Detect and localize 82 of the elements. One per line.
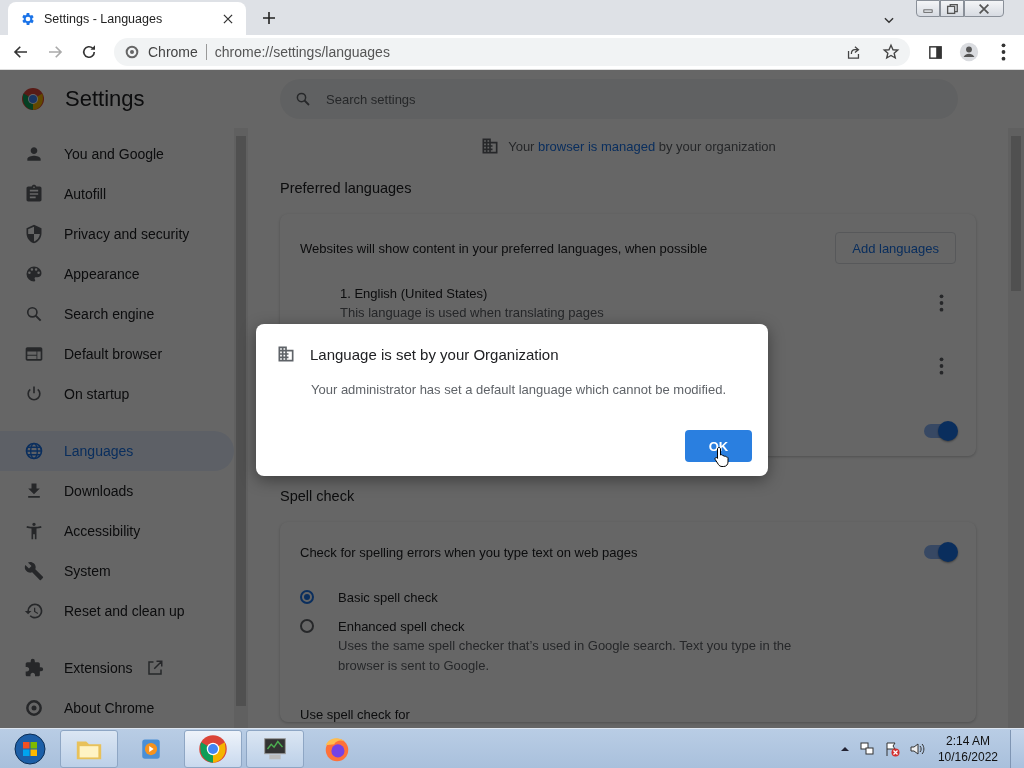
languages-description: Websites will show content in your preferred languages, when possible bbox=[300, 240, 708, 256]
address-bar[interactable]: Chrome chrome://settings/languages bbox=[114, 38, 910, 66]
clipboard-icon bbox=[24, 184, 44, 204]
managed-text: Your browser is managed by your organization bbox=[508, 138, 776, 154]
nav-item[interactable]: About Chrome bbox=[0, 688, 234, 728]
network-icon[interactable] bbox=[858, 740, 875, 757]
forward-arrow-icon bbox=[46, 43, 64, 61]
browser-tab[interactable]: Settings - Languages bbox=[8, 2, 246, 35]
side-panel-icon bbox=[926, 43, 944, 61]
nav-item[interactable]: Downloads bbox=[0, 471, 234, 511]
close-window-button[interactable] bbox=[964, 0, 1004, 17]
plus-icon bbox=[261, 10, 277, 26]
option-description: Uses the same spell checker that’s used in Google search. Text you type in the browser is sent to Google. bbox=[338, 637, 793, 675]
speaker-icon[interactable] bbox=[908, 740, 925, 757]
dialog-title: Language is set by your Organization bbox=[310, 345, 559, 363]
nav-item[interactable]: Accessibility bbox=[0, 511, 234, 551]
puzzle-icon bbox=[24, 658, 44, 678]
more-icon bbox=[938, 294, 944, 312]
language-name: 1. English (United States) bbox=[340, 286, 489, 301]
section-heading: Spell check bbox=[280, 488, 356, 504]
nav-item[interactable]: Extensions bbox=[0, 648, 234, 688]
search-field[interactable]: Search settings bbox=[280, 79, 958, 119]
section-heading: Preferred languages bbox=[280, 180, 413, 196]
avatar-icon bbox=[959, 42, 979, 62]
ok-button[interactable]: OK bbox=[685, 430, 752, 462]
radio-button[interactable] bbox=[300, 590, 314, 604]
browser-logo-icon bbox=[198, 733, 228, 764]
window-icon bbox=[24, 344, 44, 364]
managed-link[interactable]: browser is managed bbox=[538, 138, 656, 154]
search-icon bbox=[24, 304, 44, 324]
radio-label: Basic spell check bbox=[338, 590, 438, 605]
minimize-button[interactable] bbox=[916, 0, 940, 17]
gear-icon bbox=[20, 10, 36, 27]
nav-item[interactable]: You and Google bbox=[0, 134, 234, 174]
nav-item[interactable]: Default browser bbox=[0, 334, 234, 374]
nav-item[interactable]: Autofill bbox=[0, 174, 234, 214]
building-icon bbox=[276, 344, 296, 364]
ring-logo-icon bbox=[24, 698, 44, 718]
scrollbar[interactable] bbox=[234, 128, 248, 728]
nav-item[interactable]: System bbox=[0, 551, 234, 591]
external-link-icon bbox=[146, 659, 165, 677]
wrench-icon bbox=[24, 561, 44, 581]
globe-icon bbox=[24, 441, 44, 461]
radio-label: Enhanced spell check bbox=[338, 619, 466, 634]
menu-icon bbox=[1000, 43, 1006, 61]
spell-check-label: Check for spelling errors when you type text on web pages bbox=[300, 544, 638, 560]
more-icon bbox=[938, 357, 944, 375]
palette-icon bbox=[24, 264, 44, 284]
add-languages-button[interactable]: Add languages bbox=[835, 232, 956, 264]
shield-icon bbox=[24, 224, 44, 244]
history-icon bbox=[24, 601, 44, 621]
building-icon bbox=[480, 136, 501, 156]
nav-item[interactable]: Appearance bbox=[0, 254, 234, 294]
radio-button[interactable] bbox=[300, 619, 314, 633]
flag-error-icon[interactable] bbox=[883, 740, 900, 757]
nav-item[interactable]: Privacy and security bbox=[0, 214, 234, 254]
restore-icon bbox=[945, 2, 959, 15]
taskbar-button[interactable] bbox=[246, 729, 304, 768]
language-description: This language is used when translating pages bbox=[340, 305, 605, 320]
star-icon bbox=[882, 43, 900, 61]
ring-logo-icon bbox=[124, 44, 140, 60]
scrollbar[interactable] bbox=[1008, 128, 1024, 728]
use-spell-check-label: Use spell check for bbox=[300, 707, 410, 722]
close-icon bbox=[977, 2, 991, 15]
clock[interactable]: 2:14 AM 10/16/2022 bbox=[937, 732, 998, 765]
nav-item[interactable]: Reset and clean up bbox=[0, 591, 234, 631]
nav-item[interactable]: Languages bbox=[0, 431, 234, 471]
restore-button[interactable] bbox=[940, 0, 964, 17]
reload-icon bbox=[80, 43, 98, 61]
toggle-switch[interactable] bbox=[924, 545, 956, 559]
clock-time: 2:14 AM bbox=[945, 732, 990, 749]
toggle-switch[interactable] bbox=[924, 424, 956, 438]
nav-item[interactable]: Search engine bbox=[0, 294, 234, 334]
back-arrow-icon bbox=[12, 43, 30, 61]
accessibility-icon bbox=[24, 521, 44, 541]
nav-item[interactable]: On startup bbox=[0, 374, 234, 414]
site-label: Chrome bbox=[148, 44, 198, 60]
settings-title: Settings bbox=[65, 86, 145, 112]
dialog-message: Your administrator has set a default language which cannot be modified. bbox=[311, 382, 728, 397]
browser-logo-icon bbox=[21, 87, 45, 111]
clock-date: 10/16/2022 bbox=[937, 748, 998, 765]
url-text: chrome://settings/languages bbox=[214, 44, 390, 60]
